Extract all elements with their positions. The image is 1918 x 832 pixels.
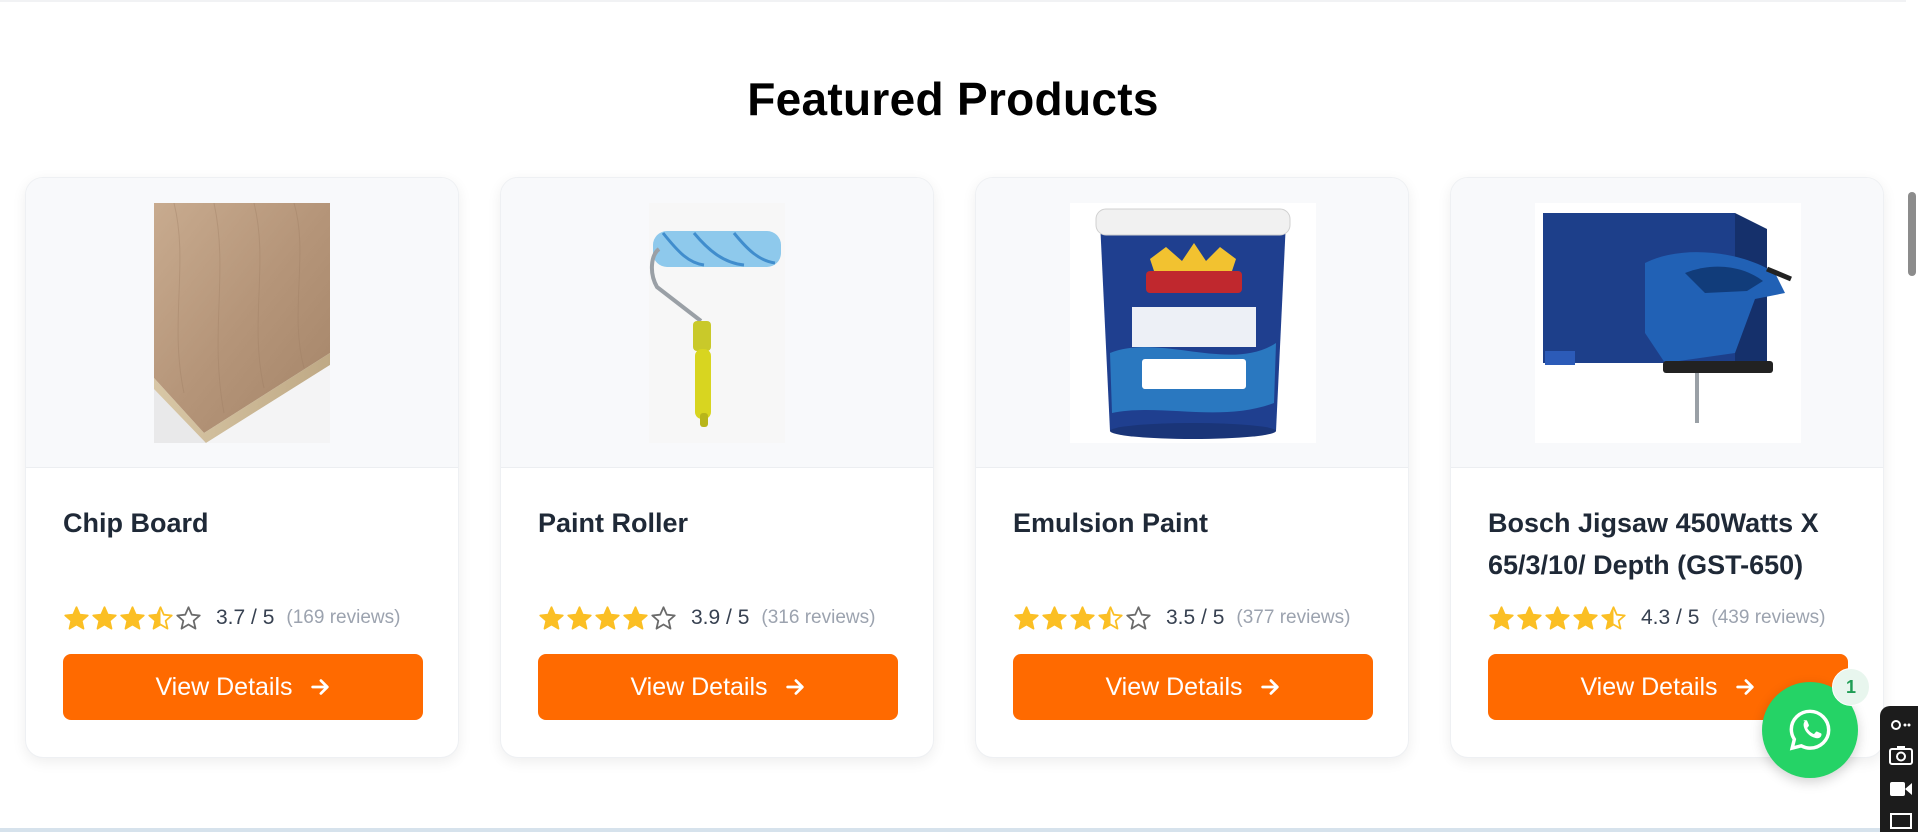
paint-roller-image[interactable] xyxy=(649,203,785,443)
arrow-right-icon xyxy=(1260,679,1279,695)
view-details-button[interactable]: View Details xyxy=(63,654,423,720)
star-empty-icon xyxy=(651,605,676,630)
scrollbar-thumb[interactable] xyxy=(1908,192,1916,276)
star-rating xyxy=(63,605,202,632)
star-half-icon xyxy=(1098,605,1123,630)
star-full-icon xyxy=(1545,605,1570,630)
star-full-icon xyxy=(1489,605,1514,630)
product-card[interactable]: Paint Roller 3.9 / 5 (316 reviews) View … xyxy=(500,177,934,758)
review-count: (377 reviews) xyxy=(1236,607,1351,628)
button-label: View Details xyxy=(1580,672,1718,701)
window-icon[interactable] xyxy=(1886,808,1916,832)
floating-capture-toolbar xyxy=(1880,706,1918,832)
product-rating: 4.3 / 5 (439 reviews) xyxy=(1488,602,1825,634)
star-full-icon xyxy=(120,605,145,630)
arrow-right-icon xyxy=(1735,679,1754,695)
star-full-icon xyxy=(64,605,89,630)
link-icon[interactable] xyxy=(1886,712,1916,738)
product-name[interactable]: Paint Roller xyxy=(538,502,908,544)
star-empty-icon xyxy=(1126,605,1151,630)
star-empty-icon xyxy=(176,605,201,630)
arrow-right-icon xyxy=(785,679,804,695)
bosch-jigsaw-image[interactable] xyxy=(1535,203,1801,443)
product-card[interactable]: Bosch Jigsaw 450Watts X 65/3/10/ Depth (… xyxy=(1450,177,1884,758)
star-full-icon xyxy=(1573,605,1598,630)
video-camera-icon[interactable] xyxy=(1886,776,1916,802)
notification-badge: 1 xyxy=(1832,668,1870,706)
star-full-icon xyxy=(623,605,648,630)
review-count: (316 reviews) xyxy=(761,607,876,628)
star-rating xyxy=(1488,605,1627,632)
camera-icon[interactable] xyxy=(1886,742,1916,768)
whatsapp-icon xyxy=(1789,709,1831,751)
product-name[interactable]: Chip Board xyxy=(63,502,433,544)
star-full-icon xyxy=(1517,605,1542,630)
view-details-button[interactable]: View Details xyxy=(1013,654,1373,720)
top-divider xyxy=(0,0,1906,2)
rating-value: 3.5 / 5 xyxy=(1166,606,1225,629)
product-rating: 3.5 / 5 (377 reviews) xyxy=(1013,602,1350,634)
star-full-icon xyxy=(1042,605,1067,630)
product-name[interactable]: Emulsion Paint xyxy=(1013,502,1383,544)
product-grid: Chip Board 3.7 / 5 (169 reviews) View De… xyxy=(25,177,1885,759)
star-half-icon xyxy=(148,605,173,630)
star-full-icon xyxy=(539,605,564,630)
rating-value: 3.9 / 5 xyxy=(691,606,750,629)
button-label: View Details xyxy=(1105,672,1243,701)
rating-value: 3.7 / 5 xyxy=(216,606,275,629)
review-count: (169 reviews) xyxy=(286,607,401,628)
rating-value: 4.3 / 5 xyxy=(1641,606,1700,629)
star-full-icon xyxy=(595,605,620,630)
button-label: View Details xyxy=(155,672,293,701)
star-full-icon xyxy=(92,605,117,630)
star-full-icon xyxy=(1014,605,1039,630)
chipboard-image[interactable] xyxy=(154,203,330,443)
product-image-area xyxy=(26,178,458,468)
review-count: (439 reviews) xyxy=(1711,607,1826,628)
star-rating xyxy=(538,605,677,632)
star-rating xyxy=(1013,605,1152,632)
product-name[interactable]: Bosch Jigsaw 450Watts X 65/3/10/ Depth (… xyxy=(1488,502,1858,586)
product-rating: 3.9 / 5 (316 reviews) xyxy=(538,602,875,634)
emulsion-paint-bucket-image[interactable] xyxy=(1070,203,1316,443)
button-label: View Details xyxy=(630,672,768,701)
view-details-button[interactable]: View Details xyxy=(538,654,898,720)
product-card[interactable]: Chip Board 3.7 / 5 (169 reviews) View De… xyxy=(25,177,459,758)
bottom-divider xyxy=(0,828,1906,832)
product-card[interactable]: Emulsion Paint 3.5 / 5 (377 reviews) Vie… xyxy=(975,177,1409,758)
product-image-area xyxy=(1451,178,1883,468)
product-rating: 3.7 / 5 (169 reviews) xyxy=(63,602,400,634)
star-full-icon xyxy=(567,605,592,630)
star-full-icon xyxy=(1070,605,1095,630)
arrow-right-icon xyxy=(310,679,329,695)
product-image-area xyxy=(501,178,933,468)
product-image-area xyxy=(976,178,1408,468)
star-half-icon xyxy=(1601,605,1626,630)
section-title: Featured Products xyxy=(747,73,1159,125)
